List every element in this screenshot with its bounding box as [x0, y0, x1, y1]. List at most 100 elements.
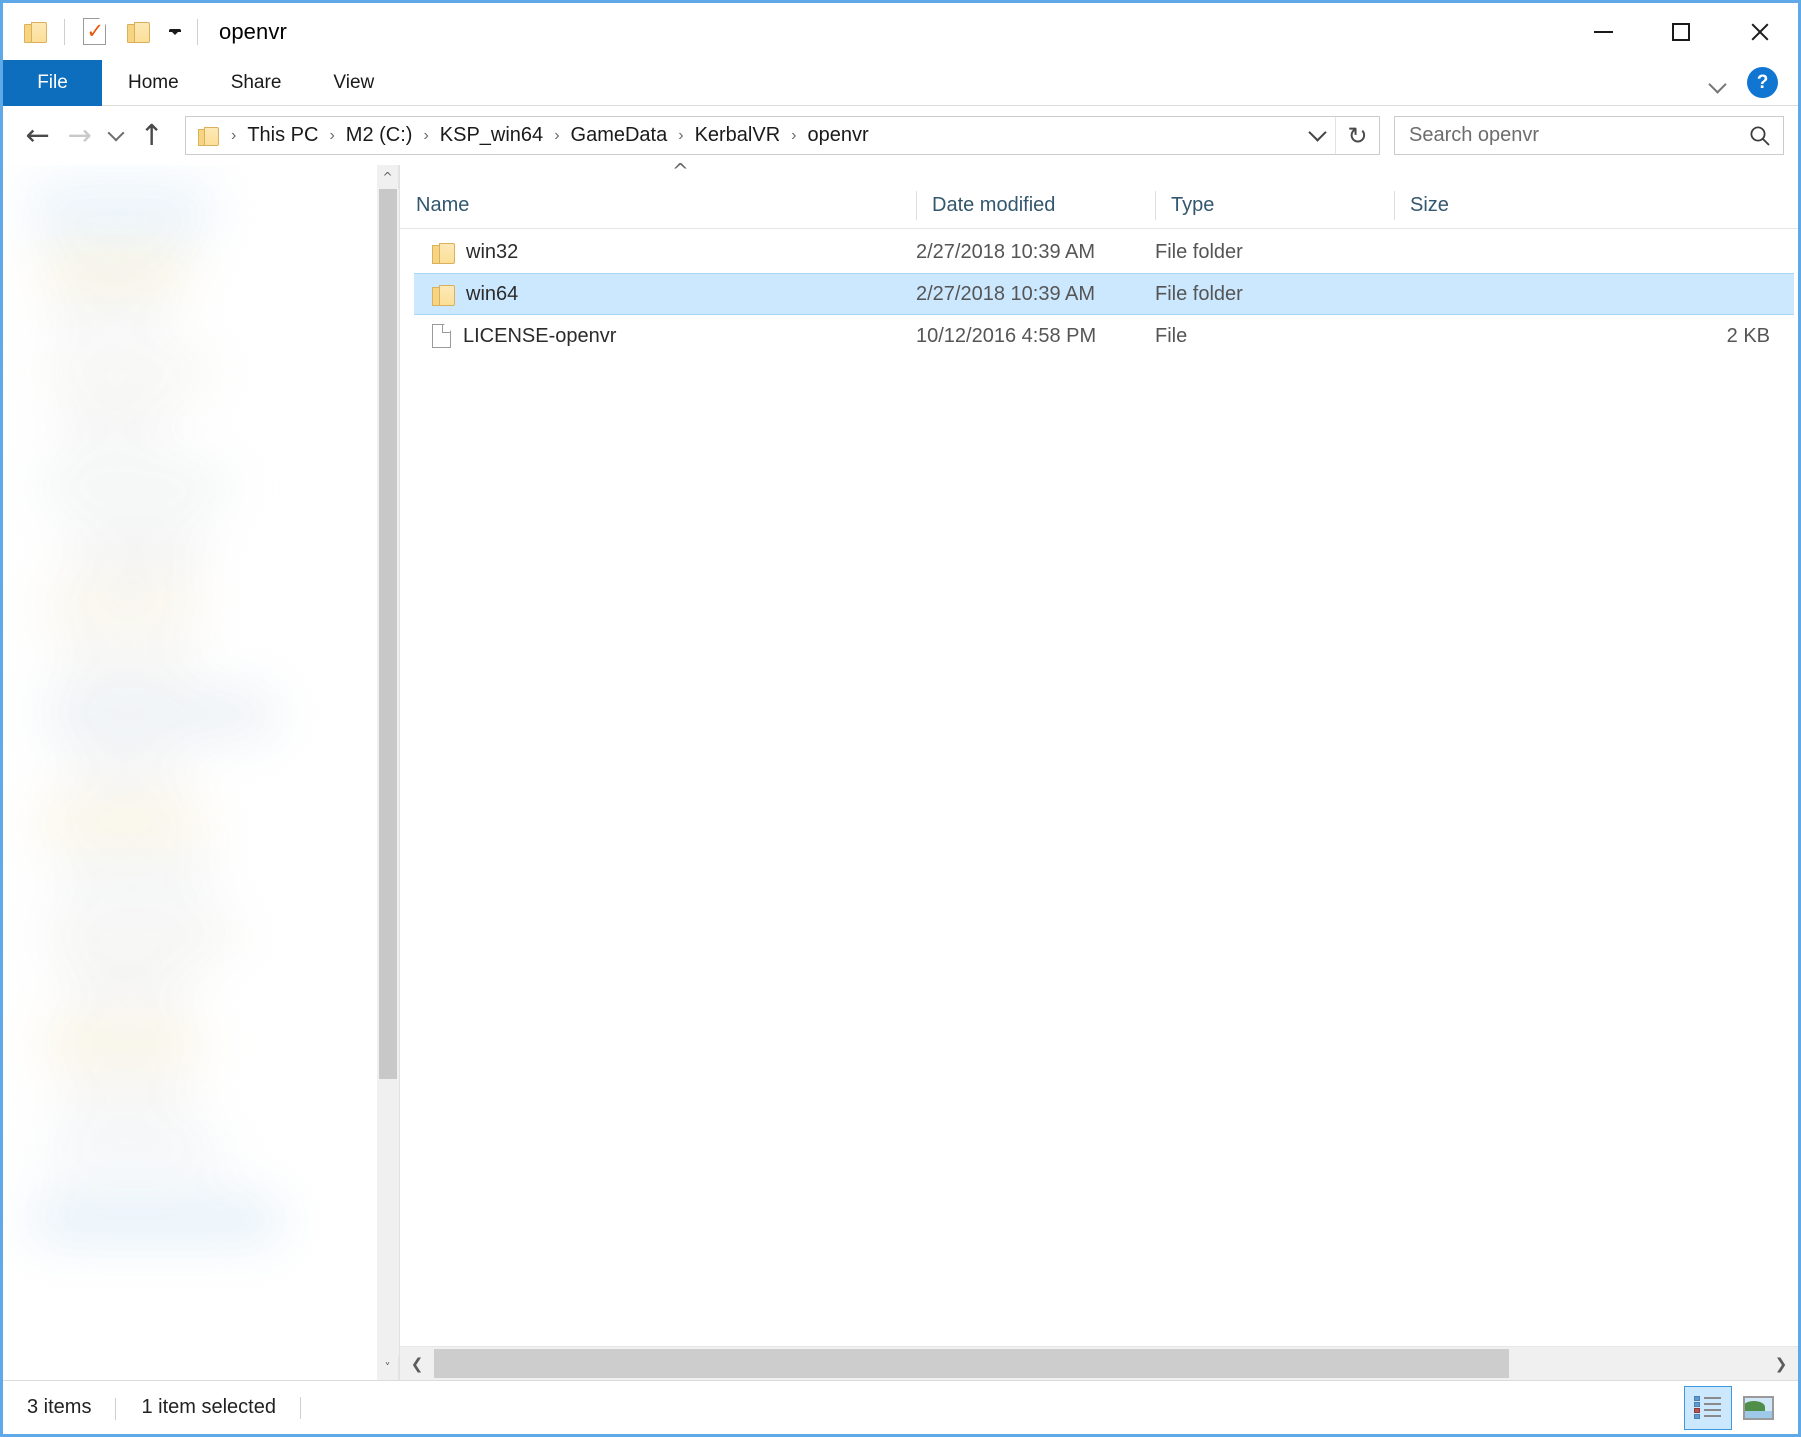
folder-icon: [432, 284, 455, 306]
file-date-cell: 2/27/2018 10:39 AM: [916, 282, 1096, 305]
arrow-left-icon: [26, 123, 51, 148]
new-folder-icon: [127, 22, 150, 43]
maximize-button[interactable]: [1642, 3, 1720, 60]
search-input[interactable]: [1395, 124, 1737, 147]
file-list-horizontal-scrollbar[interactable]: ❮ ❯: [400, 1346, 1798, 1380]
previous-locations-button[interactable]: [1299, 117, 1335, 154]
details-view-button[interactable]: [1684, 1385, 1732, 1430]
customize-quick-access-icon[interactable]: [160, 10, 190, 54]
table-row[interactable]: win32 2/27/2018 10:39 AM File folder: [414, 231, 1794, 273]
up-button[interactable]: [131, 115, 173, 157]
status-divider: [299, 1396, 301, 1419]
file-list-pane: Name Date modified Type Size win32 2/27/…: [399, 159, 1798, 1380]
navigation-scroll-track[interactable]: [376, 189, 399, 1356]
arrow-right-icon: [68, 123, 93, 148]
explorer-window: ✓ openvr File Home Share View ? ← → ↑ › …: [0, 0, 1801, 1437]
breadcrumb-separator-4[interactable]: ›: [673, 127, 688, 145]
breadcrumb: › This PC › M2 (C:) › KSP_win64 › GameDa…: [226, 121, 1299, 150]
ribbon-tabs: File Home Share View ?: [3, 60, 1798, 106]
file-type-cell: File: [1155, 324, 1188, 347]
file-type-cell: File folder: [1155, 240, 1243, 263]
file-name-label: LICENSE-openvr: [463, 324, 617, 347]
file-name-cell: LICENSE-openvr: [414, 324, 916, 348]
refresh-button[interactable]: ↻: [1335, 117, 1379, 154]
column-header-size[interactable]: Size: [1394, 183, 1798, 228]
back-button[interactable]: [17, 115, 59, 157]
breadcrumb-item-ksp-win64[interactable]: KSP_win64: [434, 121, 549, 150]
breadcrumb-bar[interactable]: › This PC › M2 (C:) › KSP_win64 › GameDa…: [185, 116, 1380, 155]
quick-access-new-folder-button[interactable]: [116, 10, 160, 54]
large-icons-view-button[interactable]: [1734, 1386, 1782, 1430]
quick-access-properties-button[interactable]: ✓: [72, 10, 116, 54]
breadcrumb-separator-0[interactable]: ›: [226, 127, 241, 145]
details-view-icon: [1694, 1395, 1722, 1420]
breadcrumb-separator-2[interactable]: ›: [418, 127, 433, 145]
content-area: ^ ˅ Name Date modified Type Size win32: [3, 159, 1798, 1380]
file-name-cell: win32: [414, 241, 916, 264]
ribbon-actions: ?: [1705, 60, 1798, 105]
table-row[interactable]: win64 2/27/2018 10:39 AM File folder: [414, 273, 1794, 315]
ribbon-spacer: [400, 60, 1705, 105]
sort-indicator-icon: [400, 159, 1798, 183]
file-size-cell: 2 KB: [1726, 324, 1770, 347]
file-name-cell: win64: [414, 283, 916, 306]
horizontal-scroll-thumb[interactable]: [434, 1349, 1509, 1378]
minimize-icon: [1593, 30, 1613, 33]
column-header-date-modified[interactable]: Date modified: [916, 183, 1155, 228]
column-header-name[interactable]: Name: [400, 183, 916, 228]
breadcrumb-item-kerbalvr[interactable]: KerbalVR: [689, 121, 787, 150]
quick-access-folder-button[interactable]: [13, 10, 57, 54]
tab-file[interactable]: File: [3, 60, 102, 106]
breadcrumb-separator-3[interactable]: ›: [549, 127, 564, 145]
refresh-icon: ↻: [1347, 121, 1368, 150]
chevron-down-icon[interactable]: [1705, 69, 1733, 97]
maximize-icon: [1672, 22, 1690, 41]
quick-access-toolbar: ✓: [13, 10, 205, 54]
tab-home[interactable]: Home: [102, 60, 205, 106]
navigation-pane-scrollbar[interactable]: ^ ˅: [376, 165, 399, 1380]
scroll-down-icon[interactable]: ˅: [377, 1356, 399, 1380]
view-mode-buttons: [1684, 1385, 1798, 1430]
file-rows: win32 2/27/2018 10:39 AM File folder win…: [400, 229, 1798, 1346]
thumbnail-view-icon: [1742, 1395, 1774, 1420]
breadcrumb-item-m2-c[interactable]: M2 (C:): [340, 121, 419, 150]
breadcrumb-separator-1[interactable]: ›: [324, 127, 339, 145]
help-icon[interactable]: ?: [1747, 67, 1778, 98]
horizontal-scroll-track[interactable]: [434, 1347, 1764, 1380]
close-icon: [1748, 21, 1770, 43]
minimize-button[interactable]: [1564, 3, 1642, 60]
window-controls: [1564, 3, 1798, 60]
file-icon: [432, 324, 451, 348]
folder-icon: [24, 22, 47, 43]
search-box[interactable]: [1394, 116, 1784, 155]
tab-share[interactable]: Share: [205, 60, 308, 106]
title-bar: ✓ openvr: [3, 3, 1798, 60]
scroll-left-icon[interactable]: ❮: [400, 1347, 434, 1380]
toolbar-divider-2: [197, 18, 198, 45]
navigation-scroll-thumb[interactable]: [378, 189, 397, 1079]
forward-button[interactable]: [59, 115, 101, 157]
recent-locations-button[interactable]: [101, 115, 131, 157]
breadcrumb-item-gamedata[interactable]: GameData: [565, 121, 674, 150]
navigation-pane[interactable]: [3, 165, 377, 1380]
search-icon[interactable]: [1737, 117, 1783, 154]
table-row[interactable]: LICENSE-openvr 10/12/2016 4:58 PM File 2…: [414, 315, 1794, 357]
address-bar: › This PC › M2 (C:) › KSP_win64 › GameDa…: [3, 106, 1798, 165]
file-name-label: win64: [466, 282, 519, 305]
folder-icon: [432, 242, 455, 264]
navigation-pane-blurred-content: [31, 182, 377, 1380]
breadcrumb-item-this-pc[interactable]: This PC: [241, 121, 324, 150]
scroll-up-icon[interactable]: ^: [377, 165, 399, 189]
scroll-right-icon[interactable]: ❯: [1764, 1347, 1798, 1380]
column-header-type[interactable]: Type: [1155, 183, 1394, 228]
tab-view[interactable]: View: [307, 60, 400, 106]
toolbar-divider: [64, 18, 65, 45]
column-headers: Name Date modified Type Size: [400, 183, 1798, 229]
breadcrumb-item-openvr[interactable]: openvr: [802, 121, 875, 150]
file-name-label: win32: [466, 240, 519, 263]
status-bar: 3 items 1 item selected: [3, 1380, 1798, 1434]
file-date-cell: 2/27/2018 10:39 AM: [916, 240, 1096, 263]
breadcrumb-separator-5[interactable]: ›: [786, 127, 801, 145]
arrow-up-icon: [140, 123, 165, 148]
close-button[interactable]: [1720, 3, 1798, 60]
